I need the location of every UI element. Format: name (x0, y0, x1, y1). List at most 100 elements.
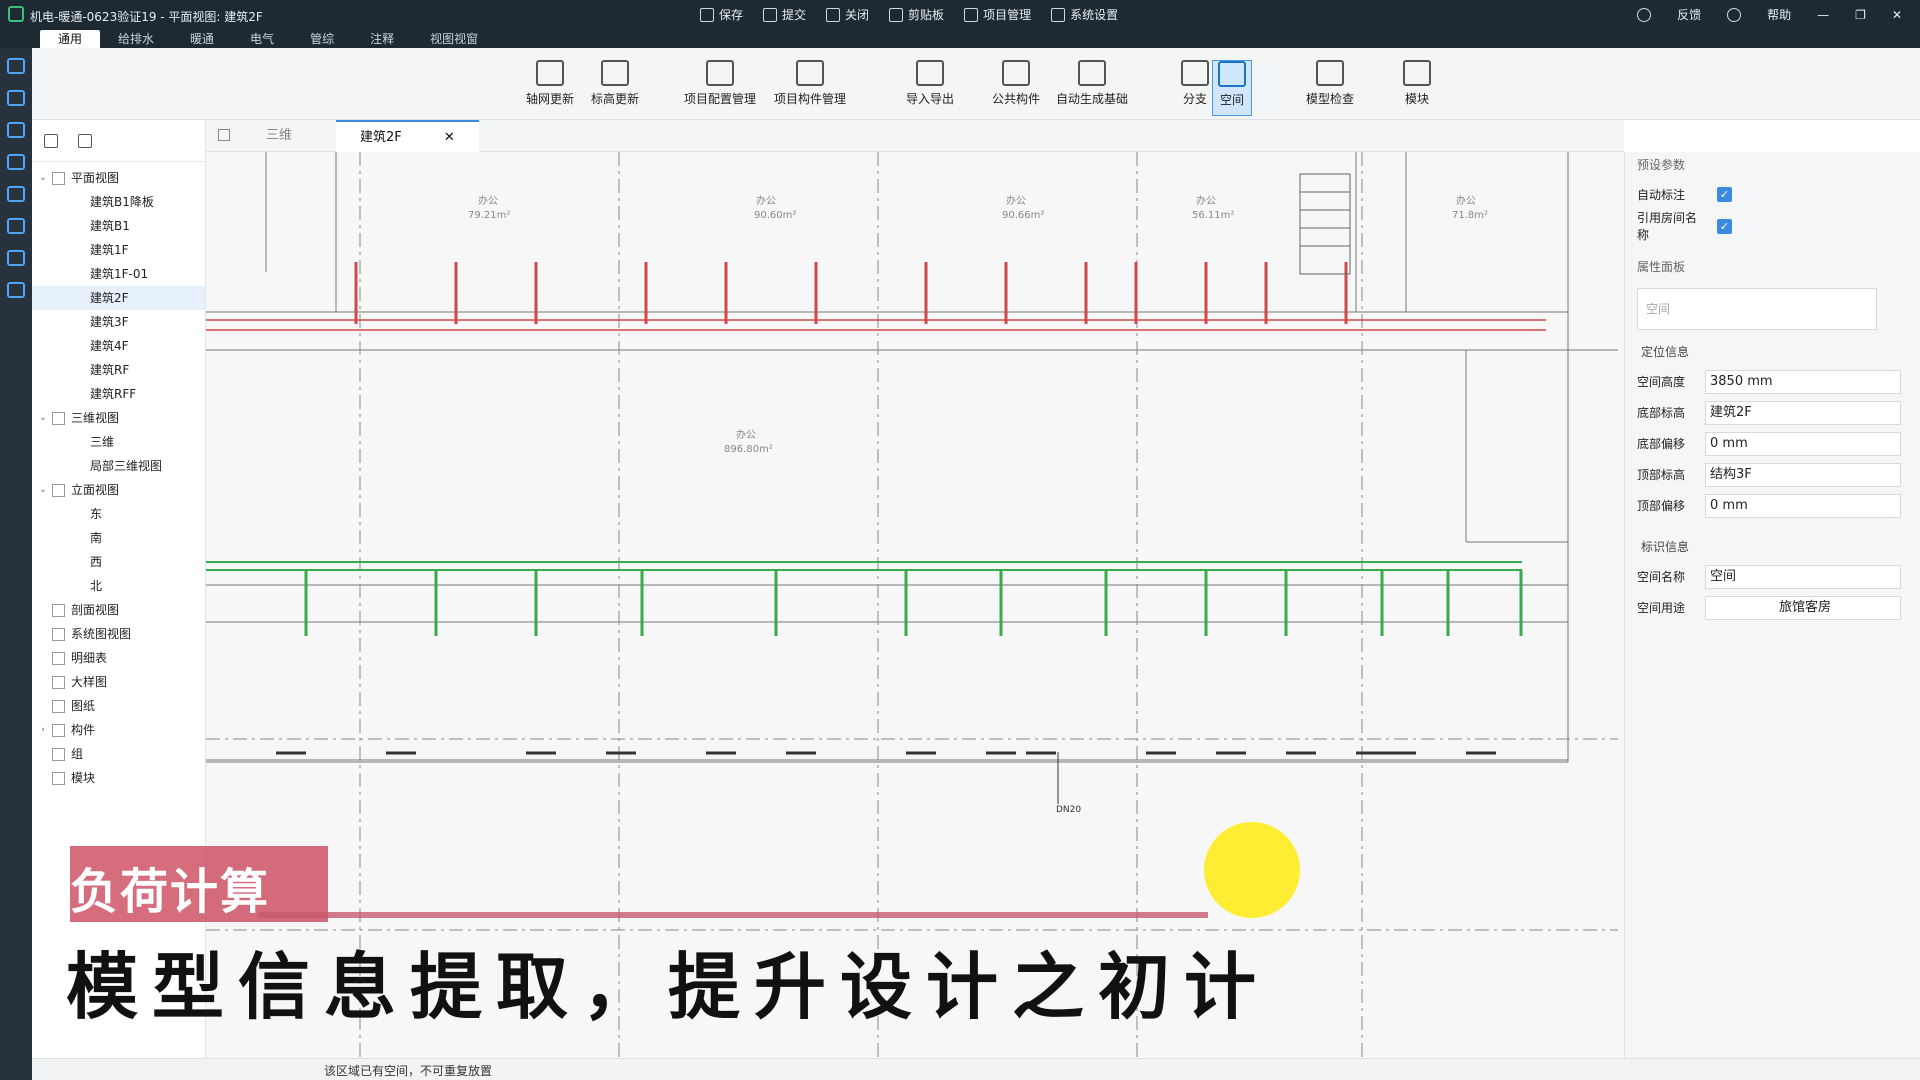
tree-item[interactable]: 建筑B1 (32, 214, 205, 238)
tree-item-label: 明细表 (71, 651, 108, 665)
tree-item[interactable]: 建筑1F-01 (32, 262, 205, 286)
info-icon[interactable] (1637, 7, 1652, 22)
toolbar-button[interactable]: 空间 (1212, 60, 1252, 116)
quick-action[interactable]: 保存 (700, 6, 743, 23)
toolbar-button[interactable]: 项目构件管理 (770, 60, 850, 116)
home-icon[interactable] (7, 122, 25, 138)
tree-item[interactable]: 南 (32, 526, 205, 550)
tree-item[interactable]: ⌄ 立面视图 (32, 478, 205, 502)
panel-toggle-icon[interactable] (44, 133, 58, 148)
tree-item[interactable]: ⌄ 三维视图 (32, 406, 205, 430)
toolbar-button[interactable]: 自动生成基础 (1052, 60, 1132, 116)
quick-action[interactable]: 剪贴板 (889, 6, 944, 23)
tree-item[interactable]: 图纸 (32, 694, 205, 718)
top-link[interactable]: 反馈 (1677, 6, 1701, 23)
toolbar-button[interactable]: 公共构件 (976, 60, 1056, 116)
restore-icon[interactable]: ❐ (1855, 8, 1866, 22)
filter-icon[interactable] (78, 133, 92, 148)
ribbon-tab[interactable]: 给排水 (100, 30, 172, 48)
property-key: 底部偏移 (1637, 437, 1686, 451)
close-icon[interactable]: ✕ (440, 130, 455, 145)
property-value[interactable]: 空间 (1705, 564, 1901, 589)
property-value[interactable]: 0 mm (1705, 493, 1901, 518)
tree-item[interactable]: 三维 (32, 430, 205, 454)
property-value[interactable]: 旅馆客房 (1705, 595, 1901, 620)
tree-item[interactable]: 建筑1F (32, 238, 205, 262)
property-value[interactable]: 0 mm (1705, 431, 1901, 456)
toolbar-button[interactable]: 模块 (1377, 60, 1457, 116)
link-icon[interactable] (7, 186, 25, 202)
tree-item[interactable]: 北 (32, 574, 205, 598)
toolbar-button[interactable]: 模型检查 (1290, 60, 1370, 116)
tree-item[interactable]: 建筑RFF (32, 382, 205, 406)
ribbon-tab[interactable]: 管综 (292, 30, 352, 48)
ribbon-tabs: 通用 给排水 暖通 电气 管综 注释 视图视窗 (40, 30, 496, 48)
tree-arrow-icon[interactable]: › (38, 718, 48, 742)
tree-item[interactable]: 系统图视图 (32, 622, 205, 646)
tree-item[interactable]: 东 (32, 502, 205, 526)
auto-label-row[interactable]: 自动标注 ✓ (1625, 178, 1920, 210)
ref-room-row[interactable]: 引用房间名称 ✓ (1625, 210, 1920, 242)
quick-action[interactable]: 项目管理 (964, 6, 1031, 23)
property-panel: 预设参数 自动标注 ✓ 引用房间名称 ✓ 属性面板 空间 定位信息 空间高度 3850… (1624, 152, 1920, 1058)
doc-tab-label: 三维 (266, 128, 293, 143)
file-icon[interactable] (7, 218, 25, 234)
property-value[interactable]: 结构3F (1705, 462, 1901, 487)
quick-action[interactable]: 关闭 (826, 6, 869, 23)
list-icon[interactable] (7, 154, 25, 170)
property-row: 顶部标高 结构3F (1625, 459, 1920, 490)
tree-item[interactable]: 模块 (32, 766, 205, 790)
close-icon[interactable]: ✕ (1892, 8, 1902, 22)
group-position[interactable]: 定位信息 (1625, 338, 1920, 366)
ribbon-tab[interactable]: 暖通 (172, 30, 232, 48)
tree-arrow-icon[interactable]: ⌄ (38, 166, 48, 190)
tree-item[interactable]: 组 (32, 742, 205, 766)
tree-item[interactable]: ⌄ 平面视图 (32, 166, 205, 190)
bell-icon[interactable] (7, 282, 25, 298)
auto-label-checkbox[interactable]: ✓ (1717, 186, 1732, 202)
tree-item[interactable]: 剖面视图 (32, 598, 205, 622)
floor-plan[interactable]: 办公 79.21m² 办公 90.60m² 办公 90.66m² 办公 56.1… (206, 152, 1624, 1058)
quick-action[interactable]: 系统设置 (1051, 6, 1118, 23)
ribbon-tab[interactable]: 通用 (40, 30, 101, 48)
help-icon[interactable] (7, 250, 25, 266)
drawing-canvas[interactable]: 办公 79.21m² 办公 90.60m² 办公 90.66m² 办公 56.1… (206, 152, 1624, 1058)
tree-item[interactable]: 局部三维视图 (32, 454, 205, 478)
tree-item[interactable]: 建筑4F (32, 334, 205, 358)
tree-arrow-icon[interactable]: ⌄ (38, 406, 48, 430)
action-icon (763, 7, 778, 22)
tree-item[interactable]: 建筑RF (32, 358, 205, 382)
ribbon-tab[interactable]: 视图视窗 (412, 30, 496, 48)
quick-action[interactable]: 提交 (763, 6, 806, 23)
tree-item[interactable]: 明细表 (32, 646, 205, 670)
tree-item[interactable]: 建筑3F (32, 310, 205, 334)
ref-room-checkbox[interactable]: ✓ (1717, 218, 1732, 234)
property-value[interactable]: 3850 mm (1705, 369, 1901, 394)
group-identity[interactable]: 标识信息 (1625, 533, 1920, 561)
toolbar-button[interactable]: 项目配置管理 (680, 60, 760, 116)
tree-item[interactable]: 建筑B1降板 (32, 190, 205, 214)
tree-item[interactable]: › 构件 (32, 718, 205, 742)
ribbon-tab[interactable]: 注释 (352, 30, 412, 48)
minimize-icon[interactable]: — (1817, 8, 1829, 22)
tab-nav-icon[interactable] (218, 129, 230, 141)
toolbar-button[interactable]: 导入导出 (890, 60, 970, 116)
quick-action-label: 保存 (719, 8, 744, 22)
toolbar-button[interactable]: 标高更新 (575, 60, 655, 116)
type-select[interactable]: 空间 (1637, 288, 1877, 330)
info-icon[interactable] (1727, 7, 1742, 22)
tree-item[interactable]: 大样图 (32, 670, 205, 694)
toolbar-label: 项目构件管理 (773, 92, 846, 106)
ribbon-tab[interactable]: 电气 (232, 30, 292, 48)
property-value[interactable]: 建筑2F (1705, 400, 1901, 425)
tree-item[interactable]: 西 (32, 550, 205, 574)
tree-item-label: 南 (90, 531, 103, 545)
tree-item[interactable]: 建筑2F (32, 286, 205, 310)
top-link[interactable]: 帮助 (1767, 6, 1791, 23)
user-icon[interactable] (7, 90, 25, 106)
left-icon-bar (0, 48, 32, 1080)
tree-arrow-icon[interactable]: ⌄ (38, 478, 48, 502)
doc-tab[interactable]: 三维 (242, 120, 316, 152)
doc-tab[interactable]: 建筑2F ✕ (336, 120, 479, 152)
globe-icon[interactable] (7, 58, 25, 74)
